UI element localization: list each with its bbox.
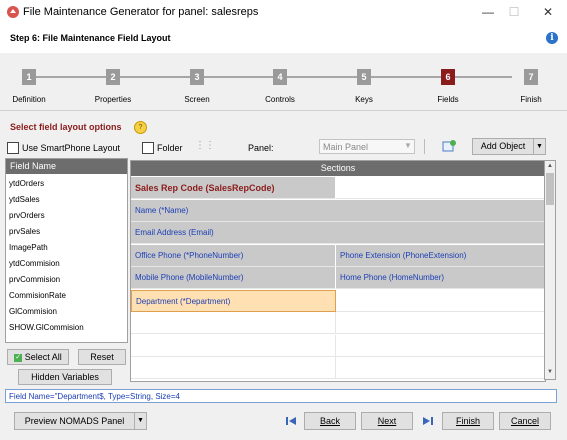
step-6-box: 6 bbox=[441, 69, 455, 85]
first-page-icon[interactable] bbox=[285, 416, 297, 426]
step-4-box: 4 bbox=[273, 69, 287, 85]
wizard-header: Step 6: File Maintenance Field Layout bbox=[0, 25, 567, 53]
preview-button[interactable]: Preview NOMADS Panel bbox=[14, 412, 135, 430]
field-list-item[interactable]: ytdSales bbox=[9, 192, 40, 208]
close-button[interactable]: ✕ bbox=[536, 4, 560, 20]
empty-grid-cell[interactable] bbox=[131, 334, 336, 357]
select-all-label: Select All bbox=[24, 352, 62, 362]
step-7-box: 7 bbox=[524, 69, 538, 85]
field-list-item[interactable]: ytdCommision bbox=[9, 256, 60, 272]
field-list-item[interactable]: SHOW.GlCommision bbox=[9, 320, 84, 336]
folder-label: Folder bbox=[157, 143, 183, 153]
field-list: Field Name ytdOrders ytdSales prvOrders prv… bbox=[5, 158, 128, 343]
field-list-header: Field Name bbox=[6, 159, 127, 174]
layout-options-title: Select field layout options bbox=[10, 122, 122, 132]
step-1-label: Definition bbox=[12, 95, 46, 104]
field-list-item[interactable]: CommisionRate bbox=[9, 288, 66, 304]
field-list-item[interactable]: prvSales bbox=[9, 224, 40, 240]
panel-label: Panel: bbox=[248, 143, 274, 153]
smartphone-label: Use SmartPhone Layout bbox=[22, 143, 121, 153]
toolbar-separator bbox=[424, 139, 425, 154]
step-3-label: Screen bbox=[184, 95, 210, 104]
minimize-button[interactable]: — bbox=[476, 4, 500, 20]
folder-checkbox[interactable] bbox=[142, 142, 154, 154]
step-6-label: Fields bbox=[437, 95, 459, 104]
step-5-label: Keys bbox=[355, 95, 373, 104]
empty-grid-cell[interactable] bbox=[336, 312, 545, 334]
section-cell[interactable]: Department (*Department) bbox=[131, 289, 336, 312]
next-button[interactable]: Next bbox=[361, 412, 413, 430]
reset-button[interactable]: Reset bbox=[78, 349, 126, 365]
panel-select-value: Main Panel bbox=[323, 142, 369, 152]
empty-grid-cell[interactable] bbox=[336, 357, 545, 379]
section-cell[interactable]: Sales Rep Code (SalesRepCode) bbox=[131, 177, 336, 199]
finish-button[interactable]: Finish bbox=[442, 412, 494, 430]
step-2-label: Properties bbox=[94, 95, 132, 104]
object-palette-icon[interactable] bbox=[442, 139, 456, 153]
step-7-label: Finish bbox=[520, 95, 542, 104]
step-2-box: 2 bbox=[106, 69, 120, 85]
preview-dropdown[interactable]: ▼ bbox=[134, 412, 147, 430]
maximize-button[interactable]: ☐ bbox=[502, 4, 526, 20]
scroll-up-icon[interactable]: ▲ bbox=[547, 163, 553, 169]
section-cell[interactable] bbox=[336, 289, 545, 312]
title-bar: File Maintenance Generator for panel: sa… bbox=[0, 0, 567, 25]
section-cell[interactable] bbox=[336, 177, 545, 199]
step-title: Step 6: File Maintenance Field Layout bbox=[10, 33, 171, 43]
field-list-item[interactable]: ytdOrders bbox=[9, 176, 44, 192]
section-cell[interactable]: Phone Extension (PhoneExtension) bbox=[336, 244, 545, 267]
back-button[interactable]: Back bbox=[304, 412, 356, 430]
select-all-button[interactable]: ✓ Select All bbox=[7, 349, 69, 365]
field-list-item[interactable]: GlCommision bbox=[9, 304, 57, 320]
sections-header: Sections bbox=[131, 161, 545, 176]
section-cell[interactable]: Home Phone (HomeNumber) bbox=[336, 267, 545, 289]
info-icon[interactable]: i bbox=[546, 32, 558, 44]
chevron-down-icon: ▼ bbox=[404, 141, 412, 150]
section-cell[interactable]: Office Phone (*PhoneNumber) bbox=[131, 244, 336, 267]
panel-select[interactable]: Main Panel ▼ bbox=[319, 139, 415, 154]
step-1-box: 1 bbox=[22, 69, 36, 85]
scroll-down-icon[interactable]: ▼ bbox=[547, 369, 553, 375]
section-cell[interactable]: Name (*Name) bbox=[131, 199, 545, 222]
divider bbox=[0, 110, 567, 111]
step-5-box: 5 bbox=[357, 69, 371, 85]
field-info-status: Field Name="Department$, Type=String, Si… bbox=[5, 389, 557, 403]
grid-scrollbar[interactable]: ▲ ▼ bbox=[544, 160, 556, 380]
field-list-item[interactable]: prvOrders bbox=[9, 208, 45, 224]
scroll-thumb[interactable] bbox=[546, 173, 554, 205]
section-cell[interactable]: Mobile Phone (MobileNumber) bbox=[131, 267, 336, 289]
field-list-item[interactable]: ImagePath bbox=[9, 240, 48, 256]
empty-grid-cell[interactable] bbox=[131, 312, 336, 334]
empty-grid-cell[interactable] bbox=[336, 334, 545, 357]
checkmark-icon: ✓ bbox=[14, 353, 23, 362]
lightbulb-icon[interactable]: ? bbox=[134, 121, 147, 134]
empty-grid-cell[interactable] bbox=[131, 357, 336, 379]
last-page-icon[interactable] bbox=[422, 416, 434, 426]
step-4-label: Controls bbox=[265, 95, 295, 104]
smartphone-checkbox[interactable] bbox=[7, 142, 19, 154]
app-icon bbox=[7, 6, 19, 18]
add-object-button[interactable]: Add Object bbox=[472, 138, 534, 155]
split-icon: ⋮⋮ bbox=[195, 140, 215, 151]
hidden-variables-button[interactable]: Hidden Variables bbox=[18, 369, 112, 385]
add-object-dropdown[interactable]: ▼ bbox=[533, 138, 546, 155]
cancel-button[interactable]: Cancel bbox=[499, 412, 551, 430]
step-3-box: 3 bbox=[190, 69, 204, 85]
section-cell[interactable]: Email Address (Email) bbox=[131, 222, 545, 244]
sections-grid: Sections Sales Rep Code (SalesRepCode) Na… bbox=[130, 160, 546, 382]
window-title: File Maintenance Generator for panel: sa… bbox=[23, 6, 259, 18]
field-list-item[interactable]: prvCommision bbox=[9, 272, 60, 288]
